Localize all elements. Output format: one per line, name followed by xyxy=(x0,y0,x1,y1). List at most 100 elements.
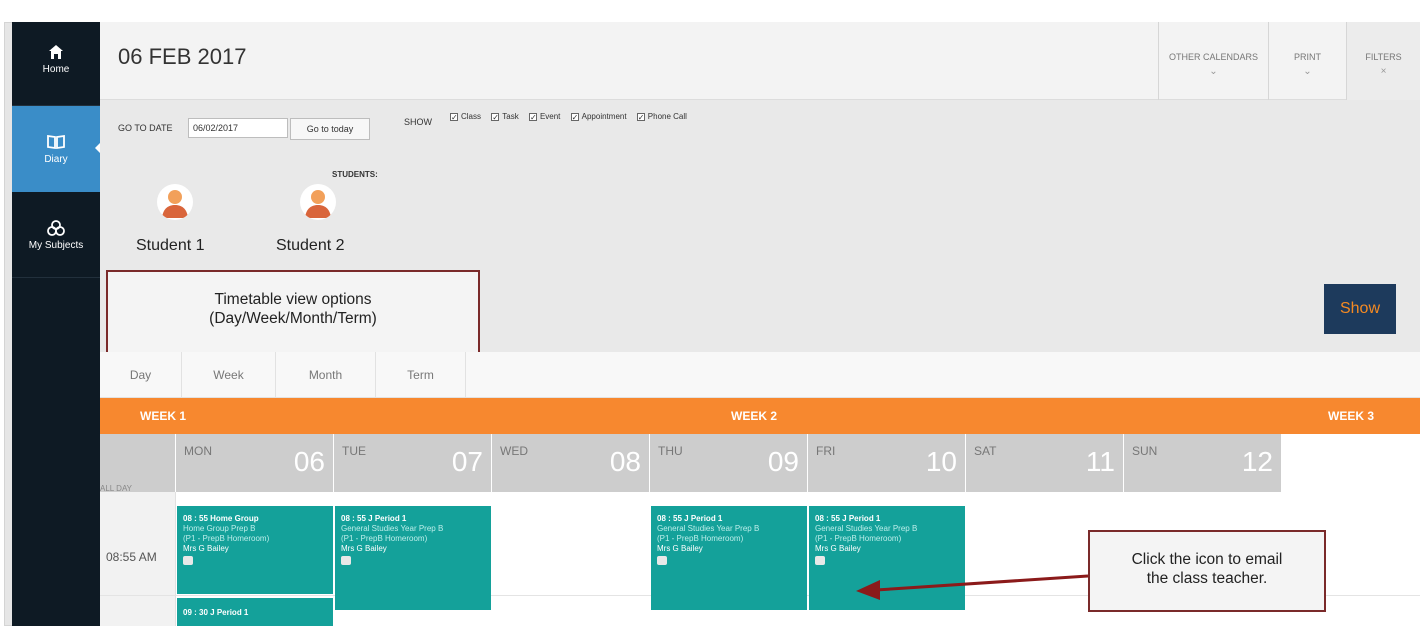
event-class: Home Group Prep B xyxy=(183,524,256,533)
timetable-grid: 08:55 AM 08 : 55 Home Group Home Group P… xyxy=(100,492,1420,626)
date-field[interactable] xyxy=(188,118,288,138)
go-to-today-button[interactable]: Go to today xyxy=(290,118,370,140)
email-icon[interactable] xyxy=(341,556,351,565)
tab-term[interactable]: Term xyxy=(376,352,466,398)
event-teacher: Mrs G Bailey xyxy=(341,544,387,553)
student-avatar-icon xyxy=(305,190,331,218)
day-number: 10 xyxy=(925,446,957,477)
checkbox-checked-icon[interactable]: ✓ xyxy=(570,113,579,122)
show-button[interactable]: Show xyxy=(1324,284,1396,334)
student-name[interactable]: Student 1 xyxy=(136,237,205,255)
home-icon xyxy=(49,45,63,59)
event-teacher: Mrs G Bailey xyxy=(815,544,861,553)
day-header-row: MON 06 TUE 07 WED 08 THU 09 FRI 10 SAT 1… xyxy=(100,434,1420,493)
callout-line: Click the icon to email xyxy=(1131,551,1283,568)
week-bar: WEEK 1 WEEK 2 WEEK 3 xyxy=(100,398,1420,434)
day-number: 11 xyxy=(1085,446,1115,477)
view-tabs: Day Week Month Term xyxy=(100,352,1420,398)
day-name: TUE xyxy=(342,444,366,458)
show-options: ✓ Class ✓ Task ✓ Event ✓ Appointment ✓ Phone … xyxy=(450,112,695,122)
day-header-sat[interactable]: SAT 11 xyxy=(966,434,1124,492)
day-name: THU xyxy=(658,444,683,458)
week-label[interactable]: WEEK 1 xyxy=(140,409,186,423)
day-header-tue[interactable]: TUE 07 xyxy=(334,434,492,492)
other-calendars-label: OTHER CALENDARS xyxy=(1168,52,1258,62)
event-card[interactable]: 09 : 30 J Period 1 xyxy=(177,598,333,626)
day-name: WED xyxy=(500,444,528,458)
tab-week[interactable]: Week xyxy=(182,352,276,398)
email-icon[interactable] xyxy=(657,556,667,565)
other-calendars-button[interactable]: OTHER CALENDARS ⌄ xyxy=(1158,22,1268,100)
show-option-appointment[interactable]: ✓ Appointment xyxy=(570,112,627,122)
event-room: (P1 - PrepB Homeroom) xyxy=(341,534,428,543)
show-option-phone-call[interactable]: ✓ Phone Call xyxy=(636,112,687,122)
event-heading: 08 : 55 J Period 1 xyxy=(657,514,723,523)
event-heading: 08 : 55 J Period 1 xyxy=(815,514,881,523)
show-option-event[interactable]: ✓ Event xyxy=(528,112,560,122)
callout-line: (Day/Week/Month/Term) xyxy=(209,310,377,327)
sidebar-item-diary[interactable]: Diary xyxy=(12,106,101,192)
callout-line: the class teacher. xyxy=(1146,570,1268,587)
page-header: 06 FEB 2017 OTHER CALENDARS ⌄ PRINT ⌄ FI… xyxy=(100,22,1420,100)
week-label[interactable]: WEEK 3 xyxy=(1328,409,1374,423)
print-button[interactable]: PRINT ⌄ xyxy=(1268,22,1346,100)
filter-panel: GO TO DATE Go to today SHOW ✓Class ✓Task… xyxy=(100,100,1420,354)
event-card[interactable]: 08 : 55 Home Group Home Group Prep B (P1… xyxy=(177,506,333,594)
event-class: General Studies Year Prep B xyxy=(341,524,444,533)
page-title: 06 FEB 2017 xyxy=(118,44,247,69)
annotation-arrow xyxy=(856,574,1089,600)
sidebar: Home Diary My Subjects xyxy=(12,22,101,626)
event-teacher: Mrs G Bailey xyxy=(183,544,229,553)
day-number: 07 xyxy=(451,446,483,477)
time-label: 08:55 AM xyxy=(106,550,157,564)
day-header-wed[interactable]: WED 08 xyxy=(492,434,650,492)
show-label: SHOW xyxy=(404,117,432,127)
event-heading: 09 : 30 J Period 1 xyxy=(183,608,249,617)
event-class: General Studies Year Prep B xyxy=(815,524,918,533)
day-name: FRI xyxy=(816,444,836,458)
event-room: (P1 - PrepB Homeroom) xyxy=(183,534,270,543)
event-class: General Studies Year Prep B xyxy=(657,524,760,533)
day-name: MON xyxy=(184,444,212,458)
day-header-thu[interactable]: THU 09 xyxy=(650,434,808,492)
filters-label: FILTERS xyxy=(1365,52,1402,62)
day-name: SAT xyxy=(974,444,997,458)
student-avatar[interactable] xyxy=(300,184,336,220)
book-icon xyxy=(47,134,65,150)
sidebar-item-home[interactable]: Home xyxy=(12,22,100,106)
event-teacher: Mrs G Bailey xyxy=(657,544,703,553)
email-icon[interactable] xyxy=(183,556,193,565)
subjects-icon xyxy=(47,220,65,236)
event-card[interactable]: 08 : 55 J Period 1 General Studies Year … xyxy=(651,506,807,610)
week-label[interactable]: WEEK 2 xyxy=(731,409,777,423)
checkbox-checked-icon[interactable]: ✓ xyxy=(491,113,500,122)
day-number: 09 xyxy=(767,446,799,477)
day-header-sun[interactable]: SUN 12 xyxy=(1124,434,1282,492)
tab-day[interactable]: Day xyxy=(100,352,182,398)
day-name: SUN xyxy=(1132,444,1158,458)
email-icon[interactable] xyxy=(815,556,825,565)
checkbox-checked-icon[interactable]: ✓ xyxy=(528,113,537,122)
event-room: (P1 - PrepB Homeroom) xyxy=(815,534,902,543)
student-name[interactable]: Student 2 xyxy=(276,237,345,255)
filters-button[interactable]: FILTERS × xyxy=(1346,22,1420,100)
go-to-date-label: GO TO DATE xyxy=(118,123,173,133)
student-avatar[interactable] xyxy=(157,184,193,220)
checkbox-checked-icon[interactable]: ✓ xyxy=(636,113,645,122)
day-number: 12 xyxy=(1241,446,1273,477)
chevron-down-icon: ⌄ xyxy=(1303,66,1312,77)
tab-month[interactable]: Month xyxy=(276,352,376,398)
event-heading: 08 : 55 Home Group xyxy=(183,514,259,523)
show-option-class[interactable]: ✓ Class xyxy=(450,112,481,122)
view-options-callout: Timetable view options (Day/Week/Month/T… xyxy=(106,270,480,354)
checkbox-checked-icon[interactable]: ✓ xyxy=(450,113,458,122)
sidebar-item-label: Home xyxy=(42,64,70,75)
show-option-task[interactable]: ✓ Task xyxy=(491,112,519,122)
day-header-mon[interactable]: MON 06 xyxy=(176,434,334,492)
sidebar-item-my-subjects[interactable]: My Subjects xyxy=(12,192,100,278)
time-column: 08:55 AM xyxy=(100,492,176,626)
day-header-fri[interactable]: FRI 10 xyxy=(808,434,966,492)
callout-line: Timetable view options xyxy=(214,291,372,308)
event-card[interactable]: 08 : 55 J Period 1 General Studies Year … xyxy=(335,506,491,610)
event-room: (P1 - PrepB Homeroom) xyxy=(657,534,744,543)
